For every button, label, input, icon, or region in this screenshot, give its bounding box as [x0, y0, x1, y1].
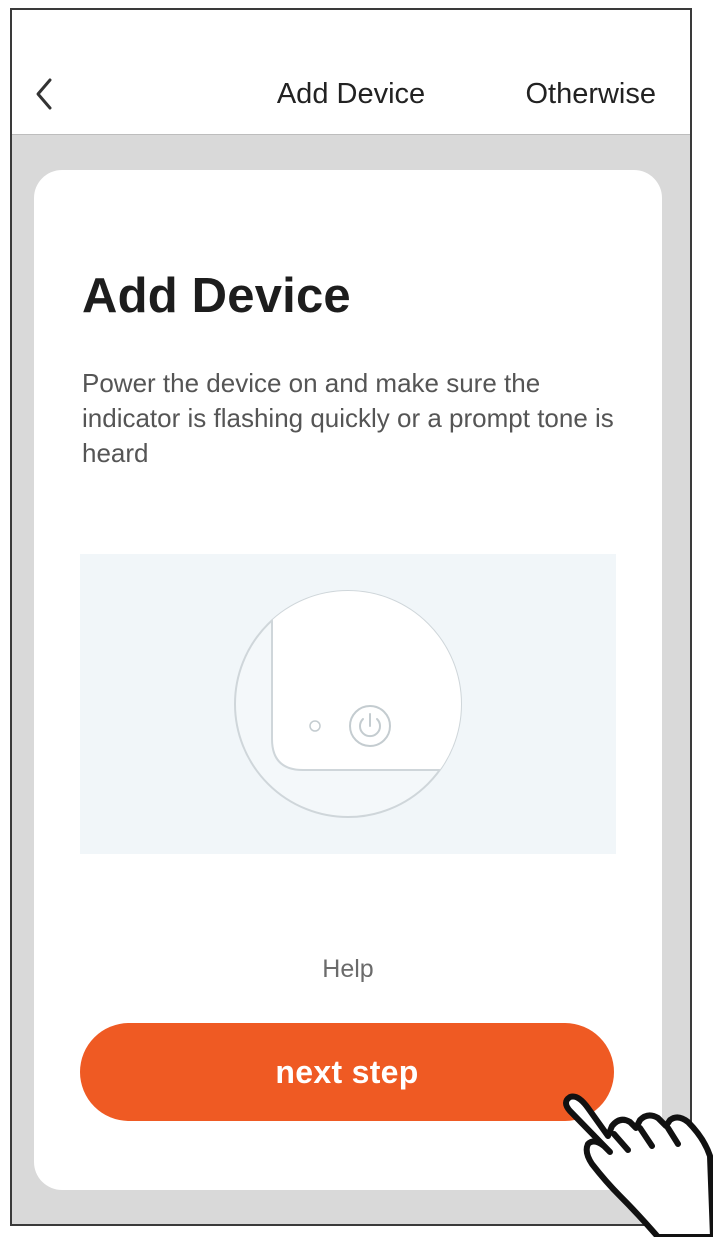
page-title: Add Device — [82, 269, 351, 323]
help-link[interactable]: Help — [34, 955, 662, 984]
navigation-bar: Add Device Otherwise — [12, 10, 690, 135]
back-button[interactable] — [30, 74, 60, 114]
instruction-text: Power the device on and make sure the in… — [82, 368, 614, 468]
chevron-left-icon — [36, 78, 52, 110]
content-card: Add Device Power the device on and make … — [34, 170, 662, 1190]
phone-screen: Add Device Otherwise Add Device Power th… — [10, 8, 692, 1226]
device-illustration — [80, 554, 616, 854]
device-indicator-illustration — [234, 590, 462, 818]
next-step-button[interactable]: next step — [80, 1023, 614, 1121]
otherwise-button[interactable]: Otherwise — [525, 78, 656, 111]
